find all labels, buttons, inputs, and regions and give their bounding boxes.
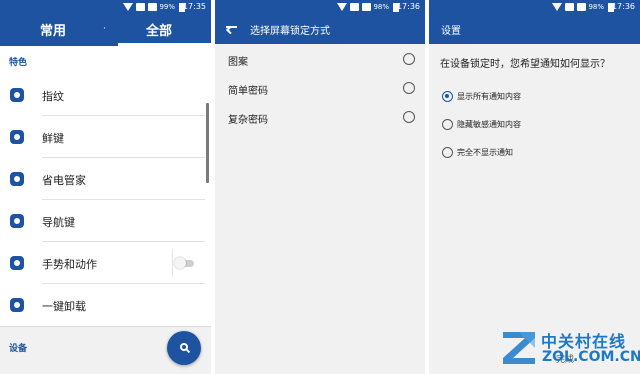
list-item-fingerprint[interactable]: 指纹 (0, 74, 205, 116)
notify-option-hide-sensitive[interactable]: 隐藏敏感通知内容 (429, 114, 640, 136)
battery-percent: 98% (588, 3, 604, 11)
wifi-icon (552, 3, 562, 11)
status-icons (337, 3, 371, 11)
battery-saver-icon (10, 172, 24, 186)
app-bar: 98% 17:36 设置 (429, 0, 640, 44)
radio-button[interactable] (442, 147, 453, 158)
sim-icon-2 (577, 3, 586, 11)
zol-logo-icon (503, 332, 535, 364)
radio-button-selected[interactable] (442, 91, 453, 102)
radio-button[interactable] (403, 82, 415, 94)
list-item-label: 省电管家 (42, 174, 86, 187)
page-title: 设置 (441, 26, 461, 37)
navigation-key-icon (10, 214, 24, 228)
tab-all[interactable]: 全部 (146, 20, 172, 39)
back-arrow-icon[interactable] (225, 22, 237, 35)
sim-icon (565, 3, 574, 11)
sim-icon (350, 3, 359, 11)
gesture-icon (10, 256, 24, 270)
status-icons (123, 3, 157, 11)
option-label: 完全不显示通知 (457, 148, 513, 157)
search-button[interactable] (167, 331, 201, 365)
list-item-battery-saver[interactable]: 省电管家 (0, 158, 205, 200)
watermark-url: ZOL.COM.CN (542, 349, 640, 365)
option-label: 显示所有通知内容 (457, 92, 521, 101)
wifi-icon (123, 3, 133, 11)
app-bar: 98% 17:36 选择屏幕锁定方式 (215, 0, 425, 44)
app-bar: 99% 17:35 常用 · 全部 (0, 0, 211, 46)
status-icons (552, 3, 586, 11)
list-item-one-key-uninstall[interactable]: 一键卸载 (0, 284, 205, 326)
section-title-device: 设备 (9, 344, 28, 354)
zol-watermark: 中关村在线 ZOL.COM.CN (497, 326, 640, 370)
status-bar: 99% 17:35 (0, 0, 211, 14)
section-title-featured: 特色 (9, 58, 28, 68)
status-time: 17:36 (396, 2, 420, 11)
key-icon (10, 130, 24, 144)
battery-percent: 99% (159, 3, 175, 11)
lock-option-complex-password[interactable]: 复杂密码 (215, 103, 425, 132)
status-bar: 98% 17:36 (215, 0, 425, 14)
notify-option-hide-all[interactable]: 完全不显示通知 (429, 142, 640, 164)
option-label: 简单密码 (228, 86, 268, 97)
question-text: 在设备锁定时，您希望通知如何显示？ (440, 59, 610, 70)
list-item-label: 手势和动作 (42, 258, 97, 271)
status-time: 17:35 (182, 2, 206, 11)
option-label: 隐藏敏感通知内容 (457, 120, 521, 129)
option-label: 图案 (228, 57, 248, 68)
lock-method-panel: 98% 17:36 选择屏幕锁定方式 图案 简单密码 复杂密码 (215, 0, 425, 374)
notification-setting-panel: 98% 17:36 设置 在设备锁定时，您希望通知如何显示？ 显示所有通知内容 … (429, 0, 640, 374)
uninstall-icon (10, 298, 24, 312)
tab-dot: · (103, 24, 106, 34)
status-bar: 98% 17:36 (429, 0, 640, 14)
wifi-icon (337, 3, 347, 11)
sim-icon-2 (362, 3, 371, 11)
list-item-key[interactable]: 鲜键 (0, 116, 205, 158)
tab-common[interactable]: 常用 (40, 20, 66, 39)
settings-list-panel: 99% 17:35 常用 · 全部 特色 指纹 鲜键 省电管家 导航键 手势和动… (0, 0, 211, 374)
toggle-thumb (174, 257, 186, 269)
lock-option-simple-password[interactable]: 简单密码 (215, 74, 425, 103)
page-title: 选择屏幕锁定方式 (250, 26, 330, 37)
sim-icon-2 (148, 3, 157, 11)
list-item-label: 指纹 (42, 90, 64, 103)
sim-icon (136, 3, 145, 11)
list-item-navigation-key[interactable]: 导航键 (0, 200, 205, 242)
fingerprint-icon (10, 88, 24, 102)
list-item-gestures[interactable]: 手势和动作 (0, 242, 205, 284)
scrollbar[interactable] (206, 103, 209, 183)
list-item-label: 鲜键 (42, 132, 64, 145)
gestures-toggle[interactable] (173, 256, 195, 270)
radio-button[interactable] (442, 119, 453, 130)
battery-percent: 98% (373, 3, 389, 11)
lock-option-pattern[interactable]: 图案 (215, 45, 425, 74)
option-label: 复杂密码 (228, 115, 268, 126)
notify-option-show-all[interactable]: 显示所有通知内容 (429, 86, 640, 108)
radio-button[interactable] (403, 53, 415, 65)
search-icon-handle (185, 348, 191, 354)
list-item-label: 导航键 (42, 216, 75, 229)
tab-indicator (118, 43, 211, 46)
status-time: 17:36 (611, 2, 635, 11)
list-item-label: 一键卸载 (42, 300, 86, 313)
radio-button[interactable] (403, 111, 415, 123)
